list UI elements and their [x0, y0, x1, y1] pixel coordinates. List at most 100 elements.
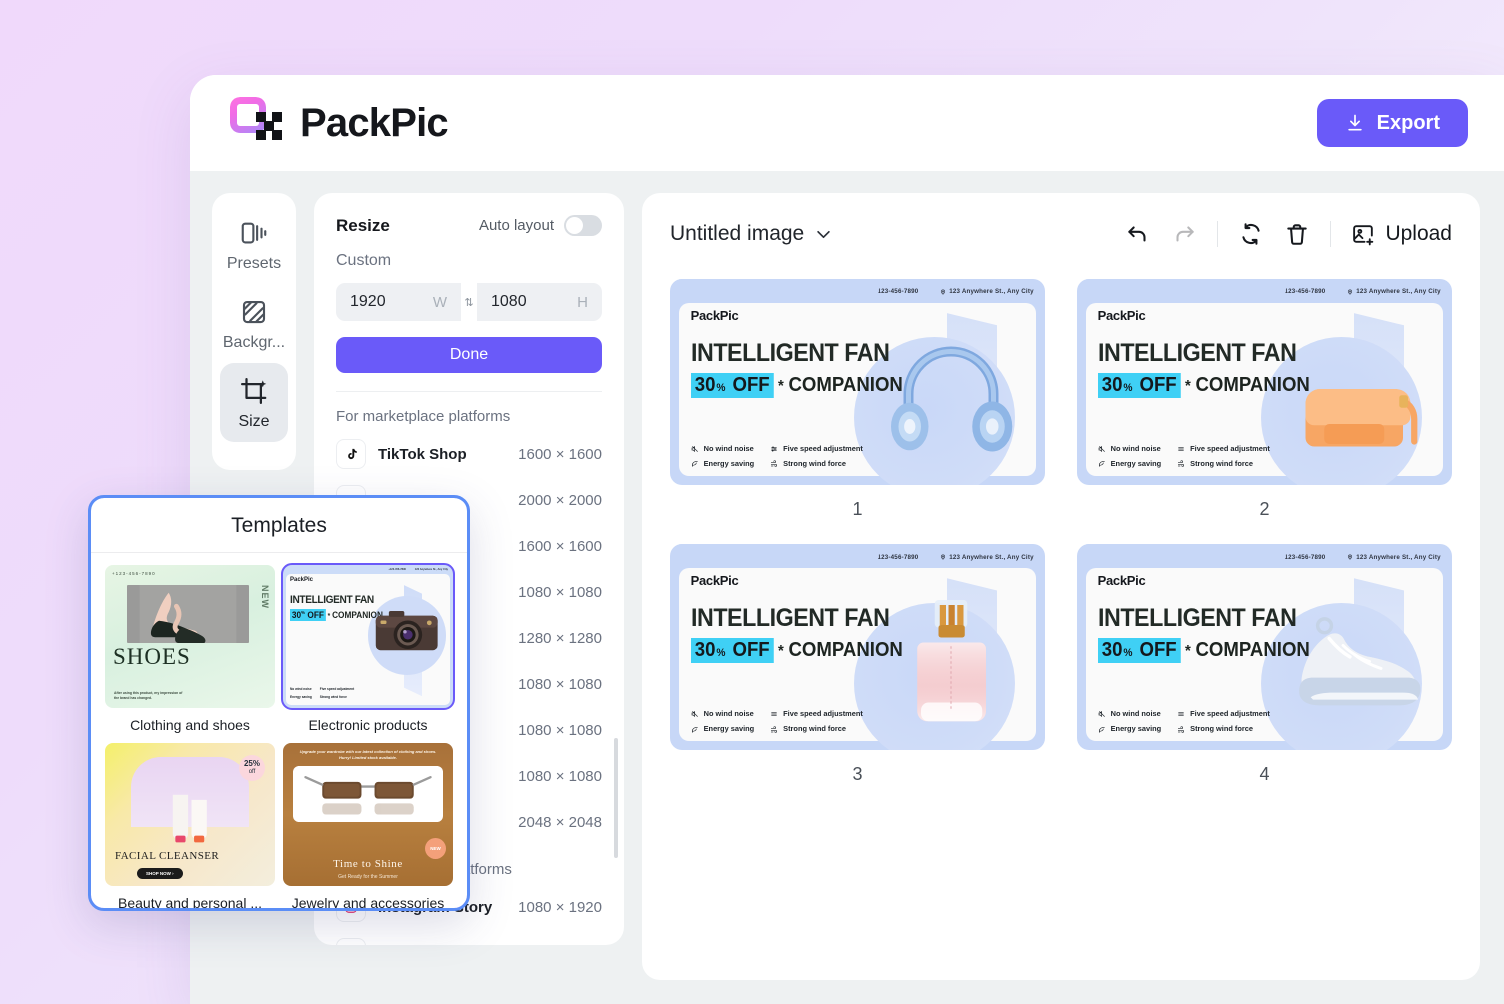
- platform-dimensions: 1080 × 1080: [518, 675, 602, 693]
- undo-icon[interactable]: [1125, 221, 1151, 247]
- banner-creative: +123-456-7890 123 Anywhere St., Any City…: [670, 544, 1045, 751]
- export-button[interactable]: Export: [1316, 99, 1468, 147]
- banner-headline: INTELLIGENT FAN: [690, 338, 890, 367]
- banner-creative: +123-456-7890 123 Anywhere St., Any City…: [1077, 544, 1452, 751]
- banner-address: 123 Anywhere St., Any City: [940, 288, 1034, 295]
- template-caption: Jewelry and accessories: [291, 894, 445, 911]
- done-button[interactable]: Done: [336, 337, 602, 373]
- auto-layout-label: Auto layout: [478, 217, 554, 234]
- background-icon: [242, 300, 266, 324]
- template-thumb-jewelry-accessories: Upgrade your wardrobe with our latest co…: [283, 742, 453, 886]
- upload-button[interactable]: Upload: [1351, 222, 1452, 247]
- platform-name: TikTok Shop: [378, 445, 467, 463]
- template-caption: Electronic products: [308, 716, 428, 733]
- banner-creative: +123-456-7890 123 Anywhere St., Any City…: [1077, 279, 1452, 486]
- template-item-jewelry-accessories[interactable]: Upgrade your wardrobe with our latest co…: [283, 742, 453, 911]
- template-item-clothing-shoes[interactable]: +123-456-7890 NEW SHOES After using this…: [105, 565, 275, 739]
- width-input[interactable]: 1920 W: [336, 283, 461, 321]
- delete-icon[interactable]: [1284, 221, 1310, 247]
- height-value: 1080: [491, 293, 527, 310]
- thumb-product-tubes: [172, 795, 207, 843]
- auto-layout-toggle[interactable]: [564, 215, 602, 236]
- card-number: 2: [1259, 499, 1270, 520]
- platform-row-tiktok[interactable]: TikTok Shop 1600 × 1600: [314, 431, 624, 477]
- thumb-title: Time to Shine: [333, 857, 403, 870]
- document-title[interactable]: Untitled image: [670, 222, 804, 246]
- card-number: 1: [852, 499, 863, 520]
- banner-address: 123 Anywhere St., Any City: [1347, 554, 1441, 561]
- banner-feature: Five speed adjustment: [1177, 709, 1270, 719]
- banner-feature: Five speed adjustment: [770, 709, 863, 719]
- refresh-icon[interactable]: [1238, 221, 1264, 247]
- platform-name: Instagram Post: [378, 945, 486, 946]
- toolbar-divider: [1217, 221, 1219, 247]
- banner-feature: No wind noise: [691, 444, 755, 454]
- chevron-down-icon[interactable]: [816, 226, 831, 243]
- thumb-subtitle: Get Ready for the Summer: [338, 873, 398, 880]
- thumb-word: SHOES: [113, 644, 191, 669]
- platform-dimensions: 2000 × 2000: [518, 491, 602, 509]
- title-bar: PackPic Export: [190, 75, 1504, 171]
- banner-subheadline: 30% OFF * COMPANION: [690, 372, 902, 398]
- banner-headline: INTELLIGENT FAN: [1097, 338, 1297, 367]
- toolbar-divider: [1330, 221, 1332, 247]
- product-image-perfume: [917, 599, 987, 721]
- panel-divider: [336, 391, 602, 392]
- platform-dimensions: 1600 × 1600: [518, 445, 602, 463]
- thumb-discount: 30% OFF: [290, 609, 326, 621]
- banner-feature: No wind noise: [691, 709, 755, 719]
- panel-scrollbar[interactable]: [614, 738, 618, 858]
- image-card[interactable]: +123-456-7890 123 Anywhere St., Any City…: [1077, 279, 1452, 520]
- width-unit: W: [432, 293, 447, 311]
- sidebar-label-size: Size: [238, 413, 270, 430]
- upload-image-icon: [1353, 224, 1374, 245]
- banner-headline: INTELLIGENT FAN: [690, 604, 890, 633]
- banner-feature: Five speed adjustment: [770, 444, 863, 454]
- canvas-area: Untitled image Upload +123-456-7890 123 …: [642, 193, 1480, 980]
- template-item-electronic-products[interactable]: 123 Anywhere St., Any City +123-456-7890…: [281, 563, 455, 739]
- banner-discount-badge: 30% OFF: [690, 638, 774, 664]
- thumb-phone: +123-456-7890: [112, 571, 156, 576]
- template-thumb-clothing-shoes: +123-456-7890 NEW SHOES After using this…: [105, 565, 275, 708]
- templates-popup: Templates +123-456-7890 NEW SHOES After …: [88, 495, 470, 911]
- banner-discount-badge: 30% OFF: [1097, 372, 1181, 398]
- resize-title: Resize: [336, 215, 390, 235]
- height-unit: H: [577, 293, 588, 311]
- template-caption: Clothing and shoes: [130, 716, 250, 733]
- banner-brand: PackPic: [1097, 573, 1146, 589]
- banner-feature: Five speed adjustment: [1177, 444, 1270, 454]
- image-card[interactable]: +123-456-7890 123 Anywhere St., Any City…: [1077, 544, 1452, 785]
- aspect-link-icon[interactable]: ⇅: [461, 291, 477, 313]
- tiktok-icon: [336, 439, 366, 469]
- banner-brand: PackPic: [1097, 307, 1146, 323]
- template-thumb-electronic-products: 123 Anywhere St., Any City +123-456-7890…: [281, 563, 455, 710]
- thumb-feature: No wind noise: [290, 687, 312, 692]
- thumb-cta: SHOP NOW ›: [137, 867, 183, 879]
- banner-discount-badge: 30% OFF: [1097, 638, 1181, 664]
- auto-layout-control[interactable]: Auto layout: [479, 215, 602, 236]
- redo-icon[interactable]: [1171, 221, 1197, 247]
- template-thumb-beauty-personal: 25% off FACIAL CLEANSER SHOP NOW ›: [105, 742, 275, 886]
- thumb-headline: INTELLIGENT FAN: [290, 594, 374, 606]
- sidebar-item-size[interactable]: Size: [220, 363, 288, 442]
- banner-feature: Energy saving: [691, 460, 754, 469]
- template-item-beauty-personal[interactable]: 25% off FACIAL CLEANSER SHOP NOW › Beaut…: [105, 742, 275, 908]
- packpic-logo-icon: [230, 97, 282, 149]
- sidebar-item-background[interactable]: Backgr...: [220, 284, 288, 363]
- banner-feature: No wind noise: [1098, 444, 1162, 454]
- dimension-inputs: 1920 W ⇅ 1080 H: [336, 283, 602, 321]
- image-card[interactable]: +123-456-7890 123 Anywhere St., Any City…: [670, 544, 1045, 785]
- image-grid: +123-456-7890 123 Anywhere St., Any City…: [670, 279, 1452, 785]
- sidebar-label-presets: Presets: [226, 255, 282, 272]
- platform-dimensions: 1600 × 1600: [518, 537, 602, 555]
- brand: PackPic: [230, 97, 449, 149]
- platform-row-instagram-post[interactable]: Instagram Post 1080 × 1080: [314, 930, 624, 945]
- banner-feature: Energy saving: [691, 725, 754, 734]
- height-input[interactable]: 1080 H: [477, 283, 602, 321]
- thumb-address: 123 Anywhere St., Any City: [414, 568, 448, 571]
- banner-feature: No wind noise: [1098, 709, 1162, 719]
- sidebar-item-presets[interactable]: Presets: [220, 205, 288, 284]
- product-image-handbag: [1305, 389, 1418, 447]
- banner-features: No wind noise Five speed adjustment Ener…: [691, 444, 863, 469]
- image-card[interactable]: +123-456-7890 123 Anywhere St., Any City…: [670, 279, 1045, 520]
